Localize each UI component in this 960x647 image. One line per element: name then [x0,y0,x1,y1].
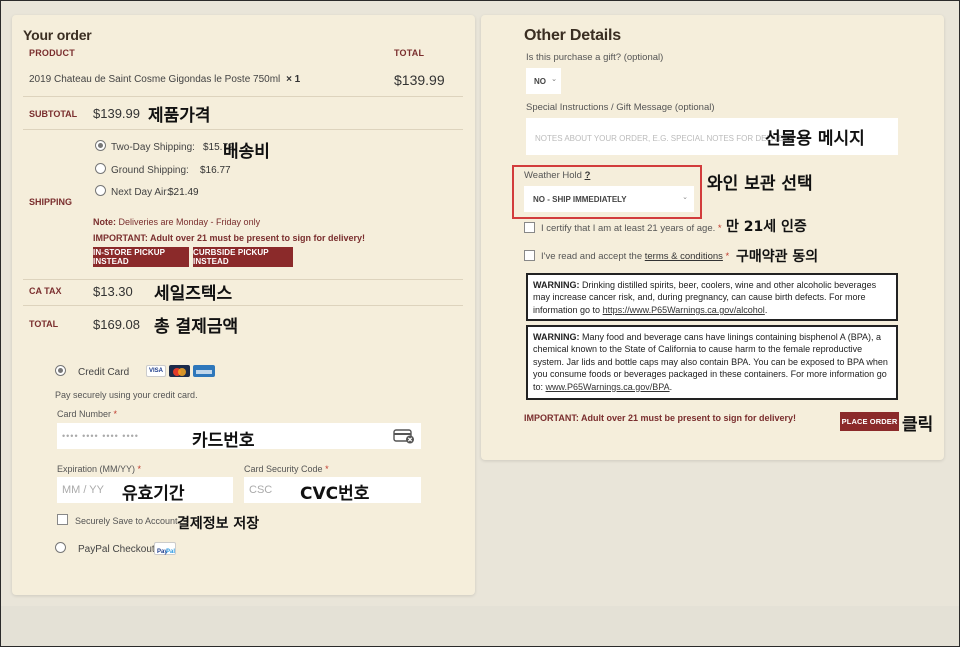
shipping-option-price: $16.77 [200,165,231,176]
annotation-click: 클릭 [902,415,934,435]
svg-text:Pal: Pal [166,549,175,555]
warning-bpa-link[interactable]: www.P65Warnings.ca.gov/BPA [546,382,670,392]
warning-alcohol: WARNING: Drinking distilled spirits, bee… [526,273,898,321]
radio-paypal[interactable] [55,542,66,553]
shipping-option-price: $21.49 [168,187,199,198]
annotation-product-price: 제품가격 [148,106,211,126]
important-notice: IMPORTANT: Adult over 21 must be present… [93,233,366,243]
paypal-icon: Pay Pal [154,542,176,555]
card-number-placeholder: •••• •••• •••• •••• [62,431,139,441]
instructions-label: Special Instructions / Gift Message (opt… [526,102,715,113]
radio-two-day[interactable] [95,140,106,151]
warning-label: WARNING: [533,332,580,342]
annotation-card-number: 카드번호 [192,431,255,451]
save-checkbox[interactable] [57,514,68,525]
annotation-total: 총 결제금액 [154,317,239,337]
shipping-option-label: Next Day Air: [111,187,170,198]
weather-hold-select[interactable]: NO - SHIP IMMEDIATELY ⌄ [524,186,694,212]
subtotal-label: SUBTOTAL [29,109,78,119]
warning-bpa: WARNING: Many food and beverage cans hav… [526,325,898,400]
annotation-cvc: CVC번호 [300,484,370,504]
page-footer-strip [1,606,959,646]
shipping-label: SHIPPING [29,197,73,207]
other-details-panel: Other Details Is this purchase a gift? (… [481,15,944,460]
gift-select-value: NO [534,76,546,86]
tax-value: $13.30 [93,284,133,299]
place-order-button[interactable]: PLACE ORDER [840,412,899,431]
tax-label: CA TAX [29,286,62,296]
mastercard-icon [169,365,190,377]
chevron-down-icon: ⌄ [551,76,557,83]
order-title: Your order [23,27,92,43]
card-clear-icon[interactable] [393,429,415,446]
annotation-terms: 구매약관 동의 [736,249,819,265]
terms-text: I've read and accept the terms & conditi… [541,251,730,262]
credit-card-label: Credit Card [78,367,130,378]
terms-link[interactable]: terms & conditions [645,251,723,262]
payment-paypal[interactable]: PayPal Checkout Pay Pal [55,541,235,557]
other-details-title: Other Details [524,27,621,44]
order-panel: Your order PRODUCT TOTAL 2019 Chateau de… [12,15,475,595]
age-certify-text: I certify that I am at least 21 years of… [541,223,722,234]
amex-icon [193,365,215,377]
column-total: TOTAL [394,48,425,58]
note-text: Deliveries are Monday - Friday only [118,217,261,227]
save-label: Securely Save to Account [75,516,178,526]
visa-icon: VISA [146,365,166,377]
curbside-pickup-button[interactable]: CURBSIDE PICKUP INSTEAD [193,247,293,267]
credit-card-description: Pay securely using your credit card. [55,390,198,400]
total-value: $169.08 [93,317,140,332]
expiration-label: Expiration (MM/YY) * [57,464,142,474]
card-number-label: Card Number * [57,409,118,419]
radio-credit-card[interactable] [55,365,66,376]
shipping-option-label: Two-Day Shipping: [111,142,195,153]
annotation-sales-tax: 세일즈텍스 [154,284,233,304]
gift-label: Is this purchase a gift? (optional) [526,52,664,63]
shipping-option-next-day[interactable]: Next Day Air: $21.49 [94,185,294,199]
warning-alcohol-link[interactable]: https://www.P65Warnings.ca.gov/alcohol [603,305,765,315]
item-price: $139.99 [394,72,445,88]
note-label: Note: [93,217,116,227]
annotation-gift-message: 선물용 메시지 [765,129,865,149]
total-label: TOTAL [29,319,59,329]
instore-pickup-button[interactable]: IN-STORE PICKUP INSTEAD [93,247,189,267]
column-product: PRODUCT [29,48,75,58]
warning-label: WARNING: [533,280,580,290]
annotation-wine-storage: 와인 보관 선택 [707,174,813,194]
csc-label: Card Security Code * [244,464,329,474]
annotation-save-payment: 결제정보 저장 [177,516,260,532]
item-name: 2019 Chateau de Saint Cosme Gigondas le … [29,74,281,85]
paypal-label: PayPal Checkout [78,544,155,555]
subtotal-value: $139.99 [93,106,140,121]
annotation-age-cert: 만 21세 인증 [726,219,807,235]
weather-hold-label: Weather Hold ? [524,170,591,181]
weather-hold-value: NO - SHIP IMMEDIATELY [533,194,627,204]
age-checkbox[interactable] [524,222,535,233]
age-certify[interactable]: I certify that I am at least 21 years of… [524,222,724,236]
shipping-option-label: Ground Shipping: [111,165,189,176]
item-quantity: × 1 [286,74,301,85]
order-item: 2019 Chateau de Saint Cosme Gigondas le … [29,74,300,85]
help-icon[interactable]: ? [585,170,591,181]
radio-next-day[interactable] [95,185,106,196]
annotation-shipping-cost: 배송비 [223,142,270,162]
csc-placeholder: CSC [249,484,273,496]
instructions-placeholder: NOTES ABOUT YOUR ORDER, E.G. SPECIAL NOT… [535,134,796,143]
gift-select[interactable]: NO ⌄ [526,68,561,94]
terms-checkbox[interactable] [524,250,535,261]
annotation-expiry: 유효기간 [122,484,185,504]
important-notice: IMPORTANT: Adult over 21 must be present… [524,413,797,423]
terms-accept[interactable]: I've read and accept the terms & conditi… [524,250,734,264]
delivery-note: Note: Deliveries are Monday - Friday onl… [93,217,260,227]
radio-ground[interactable] [95,163,106,174]
chevron-down-icon: ⌄ [682,194,688,201]
expiration-placeholder: MM / YY [62,484,104,496]
shipping-option-ground[interactable]: Ground Shipping: $16.77 [94,163,294,177]
